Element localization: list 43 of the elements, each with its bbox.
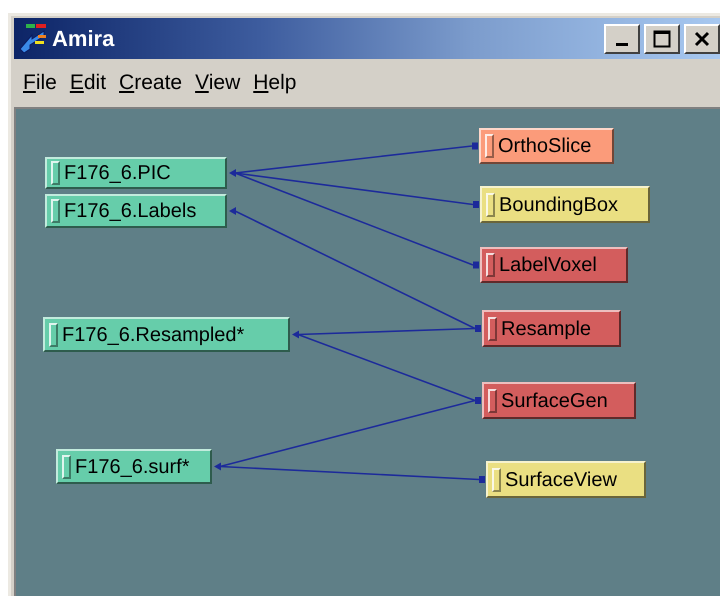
input-port-icon[interactable] bbox=[475, 325, 481, 332]
maximize-button[interactable] bbox=[644, 24, 680, 54]
output-port-icon[interactable] bbox=[214, 462, 221, 470]
toggle-icon[interactable] bbox=[62, 454, 71, 478]
output-port-icon[interactable] bbox=[229, 169, 236, 177]
menu-item[interactable]: View bbox=[190, 67, 248, 99]
data-node[interactable]: F176_6.Resampled* bbox=[43, 317, 290, 352]
module-node[interactable]: SurfaceGen bbox=[482, 382, 636, 419]
toggle-icon[interactable] bbox=[49, 322, 58, 346]
input-port-icon[interactable] bbox=[473, 262, 479, 268]
toggle-icon[interactable] bbox=[51, 199, 60, 223]
output-port-icon[interactable] bbox=[292, 330, 299, 338]
maximize-icon bbox=[653, 30, 671, 48]
input-port-icon[interactable] bbox=[472, 142, 478, 150]
data-node[interactable]: F176_6.surf* bbox=[56, 449, 212, 484]
module-node[interactable]: LabelVoxel bbox=[480, 247, 628, 283]
module-node[interactable]: SurfaceView bbox=[486, 461, 646, 498]
minimize-button[interactable] bbox=[604, 24, 640, 54]
input-port-icon[interactable] bbox=[479, 476, 485, 483]
menu-item[interactable]: Create bbox=[114, 67, 190, 99]
input-port-icon[interactable] bbox=[473, 201, 479, 208]
menu-item[interactable]: Help bbox=[248, 67, 304, 99]
menu-item[interactable]: File bbox=[18, 67, 65, 99]
module-node[interactable]: BoundingBox bbox=[480, 186, 650, 223]
toggle-icon[interactable] bbox=[486, 253, 495, 277]
module-node[interactable]: OrthoSlice bbox=[479, 128, 614, 164]
minimize-icon bbox=[616, 43, 628, 46]
app-logo-icon bbox=[18, 22, 48, 54]
close-icon bbox=[694, 30, 710, 46]
data-node[interactable]: F176_6.Labels bbox=[45, 194, 227, 228]
toggle-icon[interactable] bbox=[492, 468, 501, 492]
output-port-icon[interactable] bbox=[229, 207, 236, 215]
data-node[interactable]: F176_6.PIC bbox=[45, 157, 227, 189]
menu-item[interactable]: Edit bbox=[64, 67, 114, 99]
input-port-icon[interactable] bbox=[475, 397, 481, 404]
toggle-icon[interactable] bbox=[485, 134, 494, 158]
window-title: Amira bbox=[52, 25, 114, 53]
toggle-icon[interactable] bbox=[488, 388, 497, 412]
close-button[interactable] bbox=[684, 24, 720, 54]
toggle-icon[interactable] bbox=[486, 192, 495, 216]
module-node[interactable]: Resample bbox=[482, 310, 621, 347]
toggle-icon[interactable] bbox=[488, 316, 497, 340]
toggle-icon[interactable] bbox=[51, 161, 60, 185]
